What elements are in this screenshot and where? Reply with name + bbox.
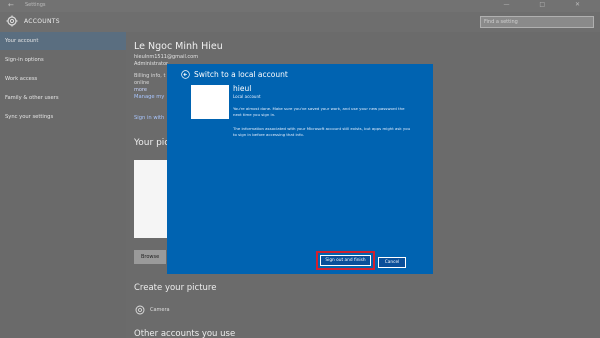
back-arrow-icon[interactable]: ← bbox=[8, 1, 14, 9]
account-type: Local account bbox=[233, 94, 261, 99]
settings-header: ACCOUNTS Find a setting bbox=[0, 12, 600, 32]
dialog-message-1: You're almost done. Make sure you've sav… bbox=[233, 106, 405, 117]
user-name: Le Ngoc Minh Hieu bbox=[134, 41, 223, 52]
billing-text: Billing info, t bbox=[134, 73, 166, 79]
account-avatar bbox=[191, 85, 229, 119]
sidebar: Your account Sign-in options Work access… bbox=[0, 32, 126, 338]
search-placeholder: Find a setting bbox=[484, 19, 518, 25]
section-title: ACCOUNTS bbox=[24, 18, 60, 25]
billing-text-2: online bbox=[134, 80, 150, 86]
dialog-message-2: The information associated with your Mic… bbox=[233, 126, 411, 137]
camera-icon[interactable] bbox=[135, 305, 145, 315]
other-accounts-heading: Other accounts you use bbox=[134, 329, 236, 338]
window-controls[interactable]: — □ ✕ bbox=[503, 1, 594, 8]
user-role: Administrator bbox=[134, 61, 169, 67]
window-title: Settings bbox=[25, 2, 46, 8]
more-link[interactable]: more bbox=[134, 87, 147, 93]
local-username: hieul bbox=[233, 84, 252, 93]
manage-account-link[interactable]: Manage my bbox=[134, 94, 164, 100]
user-email: hieulnm1511@gmail.com bbox=[134, 54, 199, 60]
sidebar-item-sync[interactable]: Sync your settings bbox=[0, 108, 126, 126]
profile-picture bbox=[134, 160, 168, 238]
browse-button[interactable]: Browse bbox=[134, 250, 166, 264]
back-circle-icon[interactable] bbox=[181, 70, 190, 79]
dialog-title: Switch to a local account bbox=[194, 70, 288, 79]
create-picture-heading: Create your picture bbox=[134, 283, 217, 293]
switch-local-account-dialog: Switch to a local account hieul Local ac… bbox=[167, 64, 433, 274]
title-bar: ← Settings — □ ✕ bbox=[0, 0, 600, 12]
cancel-button[interactable]: Cancel bbox=[378, 257, 406, 268]
sign-in-link[interactable]: Sign in with bbox=[134, 115, 164, 121]
sidebar-item-work-access[interactable]: Work access bbox=[0, 70, 126, 88]
gear-icon bbox=[6, 15, 18, 27]
sidebar-item-sign-in-options[interactable]: Sign-in options bbox=[0, 51, 126, 69]
search-input[interactable]: Find a setting bbox=[480, 16, 594, 28]
sidebar-item-your-account[interactable]: Your account bbox=[0, 32, 126, 50]
sidebar-item-family[interactable]: Family & other users bbox=[0, 89, 126, 107]
camera-label[interactable]: Camera bbox=[150, 307, 170, 313]
sign-out-and-finish-button[interactable]: Sign out and finish bbox=[320, 255, 371, 266]
